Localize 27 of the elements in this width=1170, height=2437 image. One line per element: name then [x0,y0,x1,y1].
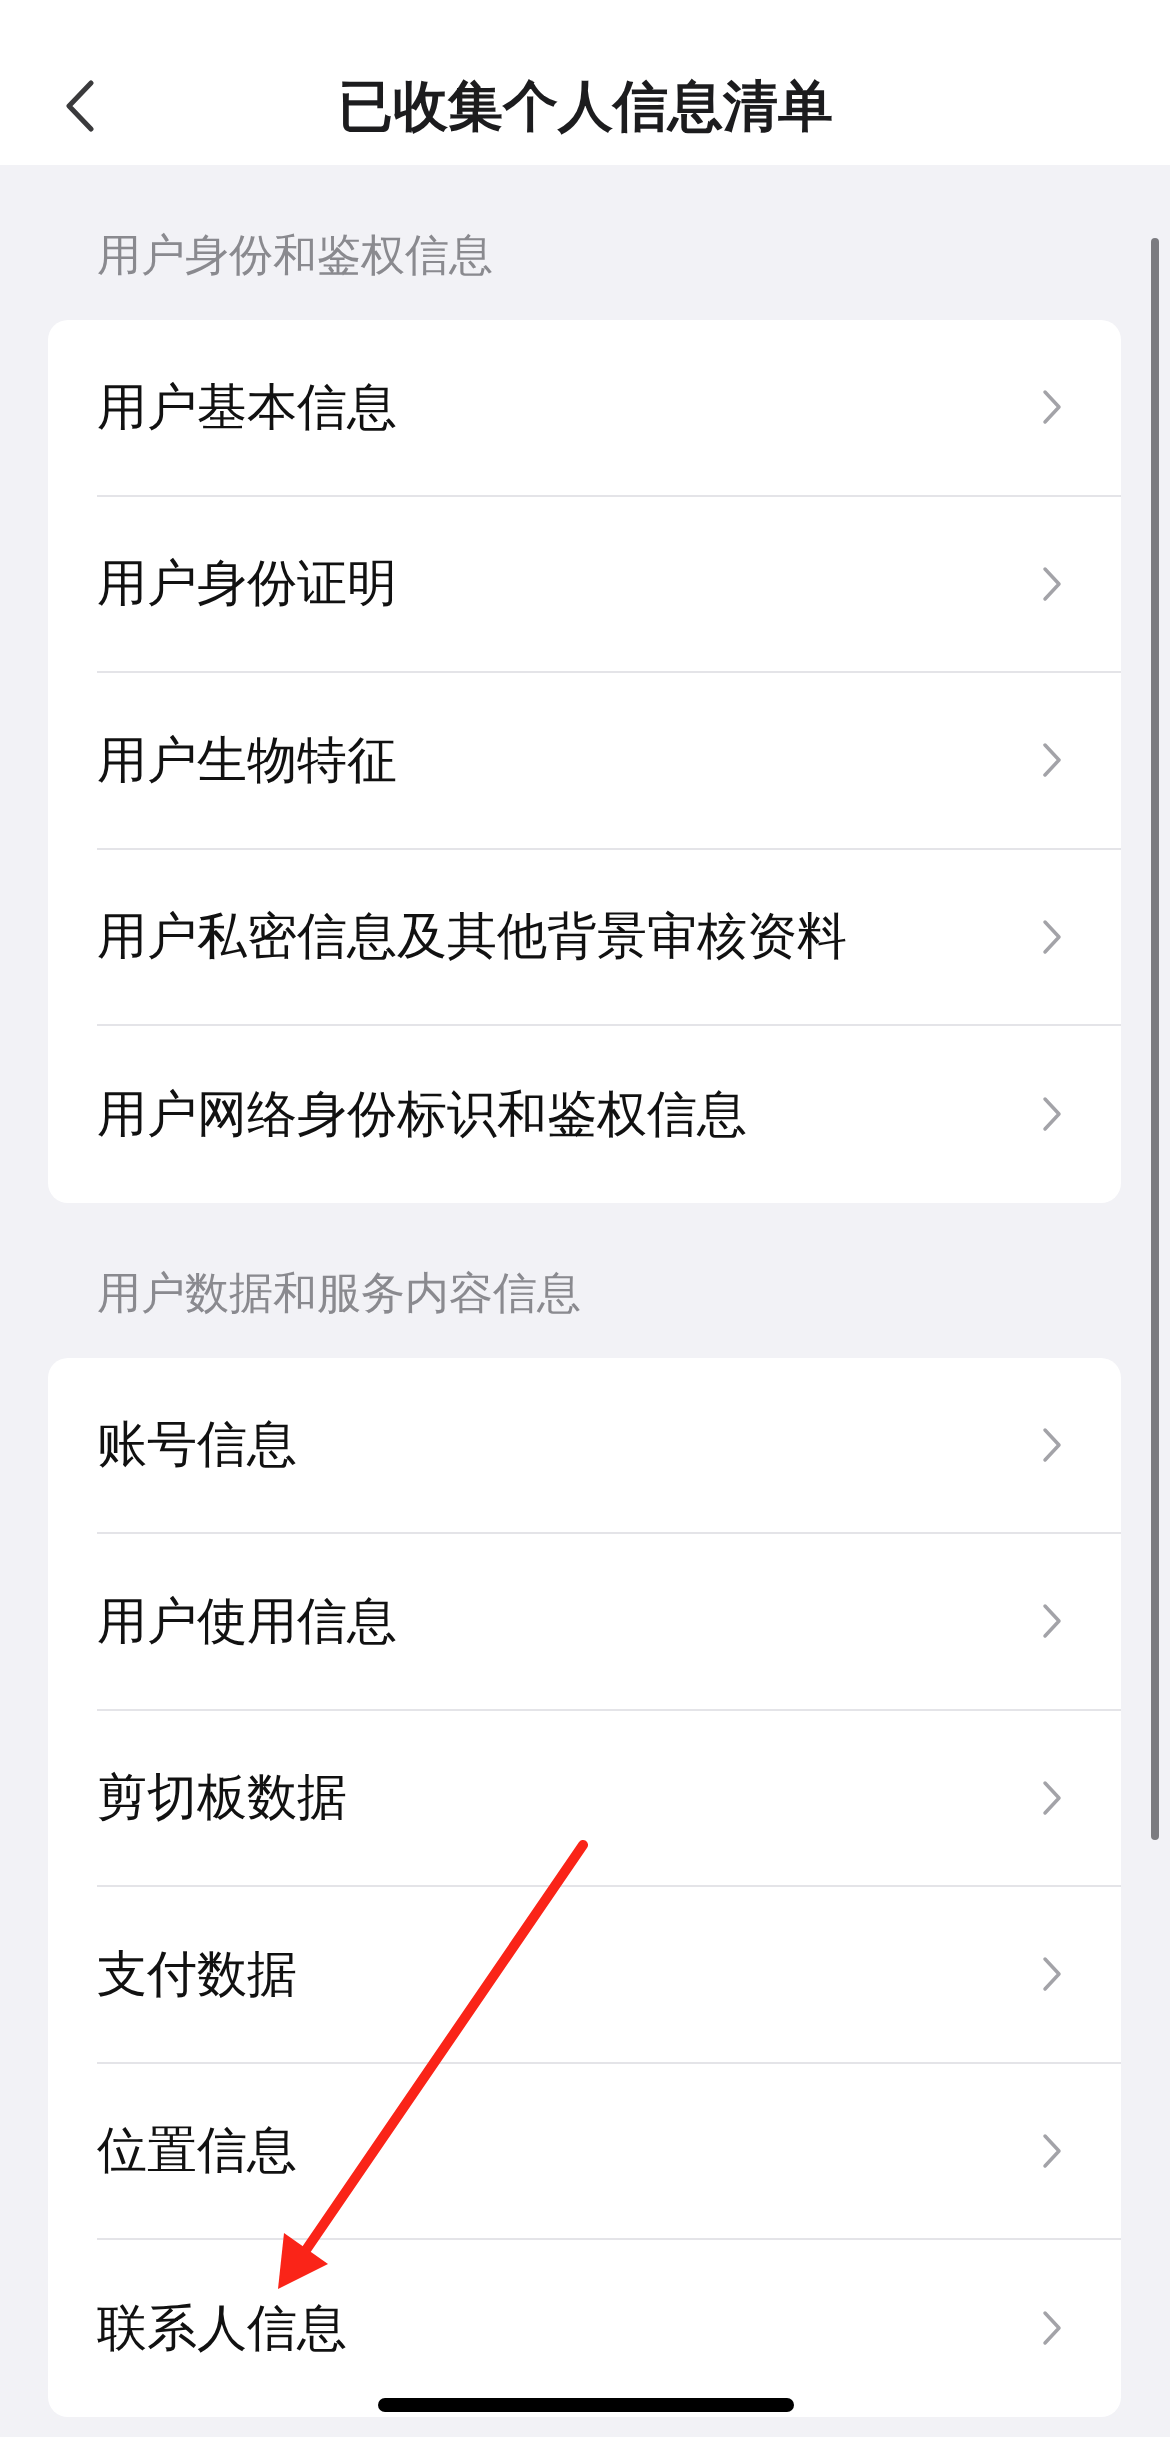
chevron-right-icon [1042,1426,1062,1463]
list-item[interactable]: 用户网络身份标识和鉴权信息 [97,1026,1121,1203]
list-item[interactable]: 用户生物特征 [97,673,1121,850]
chevron-right-icon [1042,389,1062,426]
chevron-right-icon [1042,742,1062,779]
list-item[interactable]: 用户身份证明 [97,496,1121,673]
list-item[interactable]: 剪切板数据 [97,1710,1121,1887]
section-header: 用户身份和鉴权信息 [97,229,493,280]
list-item[interactable]: 联系人信息 [97,2240,1121,2417]
list-item[interactable]: 用户使用信息 [97,1534,1121,1711]
chevron-right-icon [1042,918,1062,955]
chevron-right-icon [1042,565,1062,602]
chevron-right-icon [1042,1779,1062,1816]
scrollbar-thumb[interactable] [1151,238,1159,1840]
chevron-right-icon [1042,1096,1062,1133]
list-item[interactable]: 用户基本信息 [97,320,1121,497]
chevron-right-icon [1042,1956,1062,1993]
list-item[interactable]: 用户私密信息及其他背景审核资料 [97,849,1121,1026]
list-item[interactable]: 位置信息 [97,2063,1121,2240]
chevron-left-icon [66,80,94,132]
section-header: 用户数据和服务内容信息 [97,1266,581,1318]
chevron-right-icon [1042,1603,1062,1640]
page-title: 已收集个人信息清单 [336,73,834,140]
list-item[interactable]: 账号信息 [97,1357,1121,1534]
chevron-right-icon [1042,2310,1062,2347]
chevron-right-icon [1042,2132,1062,2169]
list-item[interactable]: 支付数据 [97,1887,1121,2064]
